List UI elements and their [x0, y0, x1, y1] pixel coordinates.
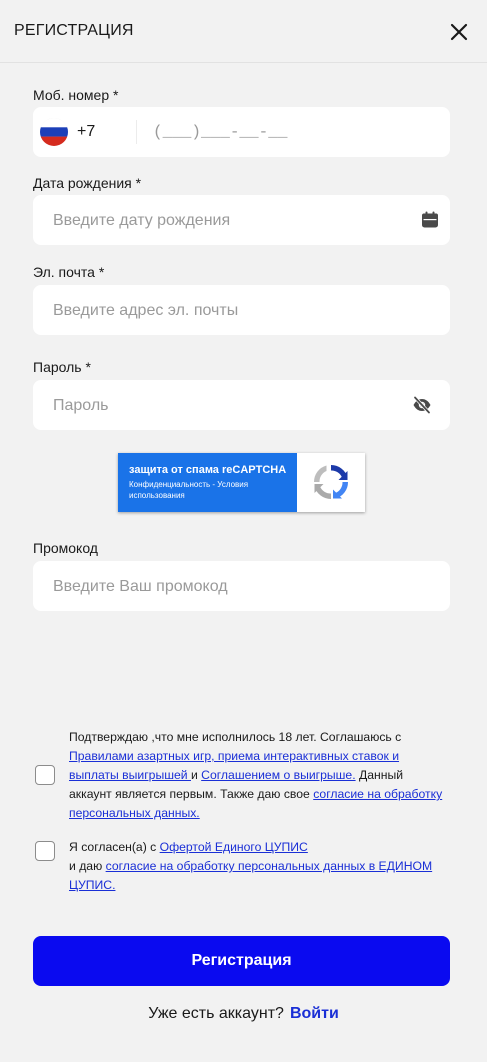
- consent1-text-1: Подтверждаю ,что мне исполнилось 18 лет.…: [69, 730, 402, 744]
- register-button[interactable]: Регистрация: [33, 936, 450, 986]
- birthdate-field[interactable]: [33, 195, 450, 247]
- phone-country-code: +7: [77, 123, 96, 140]
- recaptcha-privacy-link[interactable]: Конфиденциальность: [129, 480, 210, 489]
- recaptcha-text-panel: защита от спама reCAPTCHA Конфиденциальн…: [118, 453, 297, 512]
- header: РЕГИСТРАЦИЯ: [0, 0, 487, 63]
- phone-label: Моб. номер *: [33, 87, 119, 103]
- russia-flag-icon[interactable]: [40, 118, 68, 146]
- cupis-personal-data-link[interactable]: согласие на обработку персональных данны…: [69, 859, 432, 892]
- age-consent-text: Подтверждаю ,что мне исполнилось 18 лет.…: [69, 728, 444, 823]
- cupis-offer-link[interactable]: Офертой Единого ЦУПИС: [160, 840, 308, 854]
- recaptcha-links: Конфиденциальность - Условия использован…: [129, 479, 289, 501]
- recaptcha-badge[interactable]: защита от спама reCAPTCHA Конфиденциальн…: [118, 453, 365, 512]
- consent2-text-2: и даю: [69, 859, 106, 873]
- login-row: Уже есть аккаунт? Войти: [0, 1005, 487, 1023]
- password-label: Пароль *: [33, 359, 91, 375]
- email-label: Эл. почта *: [33, 264, 105, 280]
- phone-input[interactable]: (___)___-__-__: [153, 123, 287, 141]
- birthdate-input[interactable]: [51, 195, 415, 247]
- cupis-consent-text: Я согласен(а) с Офертой Единого ЦУПИС и …: [69, 838, 444, 895]
- password-field[interactable]: [33, 380, 450, 432]
- age-consent-checkbox[interactable]: [35, 765, 55, 785]
- email-field[interactable]: [33, 285, 450, 337]
- promo-input[interactable]: [51, 561, 415, 613]
- page-title: РЕГИСТРАЦИЯ: [14, 22, 134, 39]
- login-link[interactable]: Войти: [290, 1005, 339, 1022]
- promo-field[interactable]: [33, 561, 450, 613]
- phone-field[interactable]: +7 (___)___-__-__: [33, 107, 450, 157]
- birthdate-label: Дата рождения *: [33, 175, 142, 191]
- recaptcha-logo: [309, 460, 353, 504]
- eye-off-icon[interactable]: [412, 395, 432, 415]
- calendar-icon[interactable]: [420, 210, 440, 230]
- phone-divider: [136, 120, 137, 144]
- password-input[interactable]: [51, 380, 415, 432]
- recaptcha-title: защита от спама reCAPTCHA: [129, 464, 287, 476]
- email-input[interactable]: [51, 285, 415, 337]
- winnings-agreement-link[interactable]: Соглашением о выигрыше.: [201, 768, 355, 782]
- cupis-consent-checkbox[interactable]: [35, 841, 55, 861]
- consent1-text-2: и: [190, 768, 202, 782]
- promo-label: Промокод: [33, 540, 98, 556]
- login-prompt: Уже есть аккаунт?: [148, 1005, 284, 1022]
- consent2-text-1: Я согласен(а) с: [69, 840, 160, 854]
- close-icon[interactable]: [446, 19, 472, 45]
